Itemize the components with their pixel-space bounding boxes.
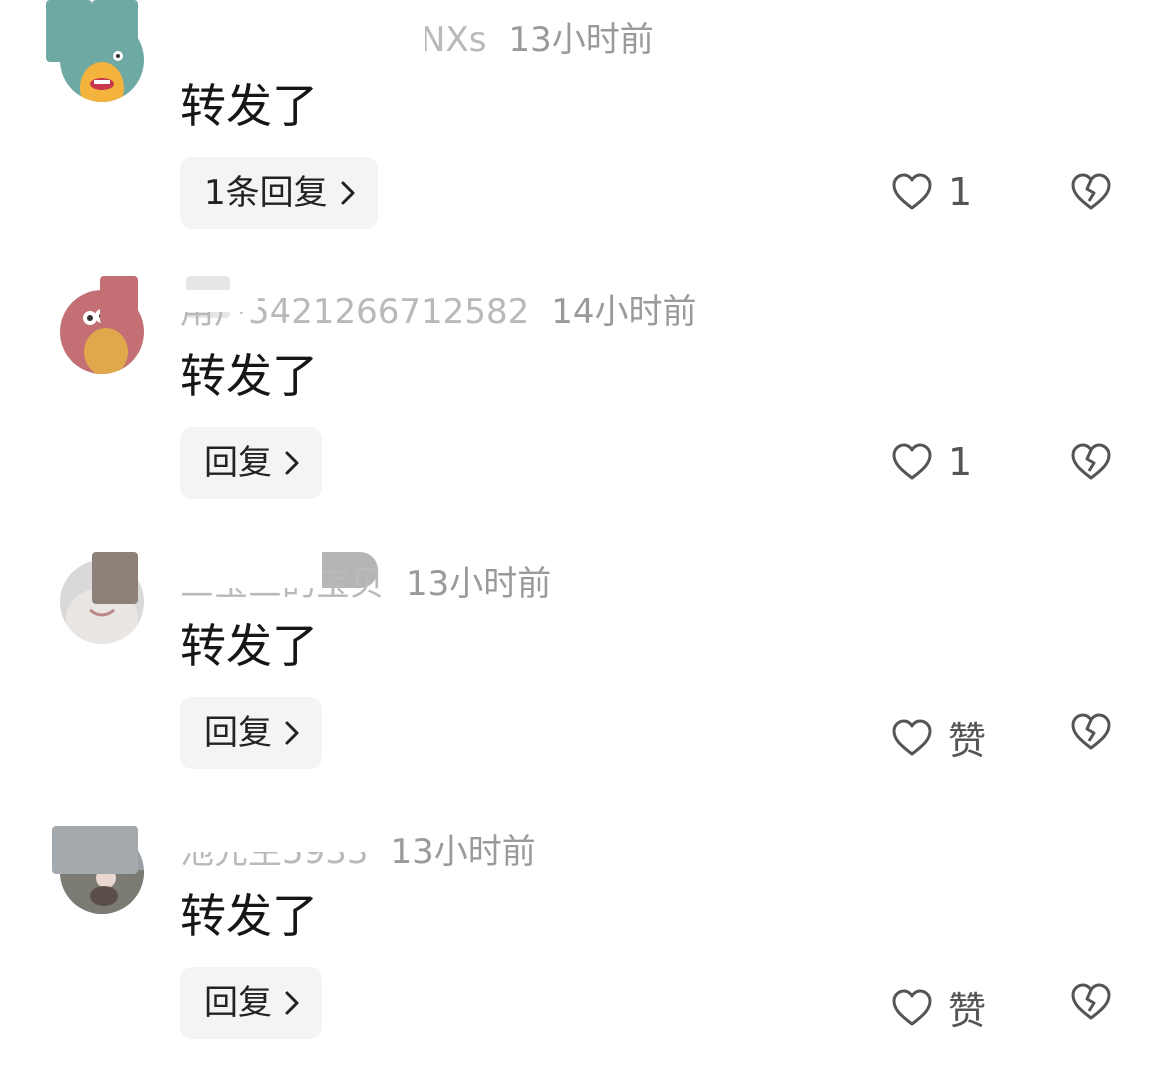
like-label: 赞 <box>948 719 987 763</box>
chevron-right-icon <box>285 991 299 1015</box>
comment-item: 用户5421266712582 14小时前 转发了 回复 1 <box>0 270 1170 540</box>
like-button[interactable]: 赞 <box>890 980 986 1035</box>
like-button[interactable]: 1 <box>890 170 972 214</box>
heart-outline-icon <box>892 173 932 210</box>
username[interactable]: NXs <box>420 20 486 60</box>
reply-label: 1条回复 <box>204 173 328 213</box>
username-mask <box>180 560 322 588</box>
like-count: 1 <box>948 440 973 484</box>
broken-heart-outline-icon[interactable] <box>1069 170 1113 214</box>
reply-label: 回复 <box>204 713 272 753</box>
broken-heart-outline-icon[interactable] <box>1069 440 1113 484</box>
timestamp: 13小时前 <box>406 564 552 604</box>
username-mask <box>180 290 258 312</box>
chevron-right-icon <box>341 181 355 205</box>
like-label: 赞 <box>948 989 987 1033</box>
heart-outline-icon <box>892 719 932 755</box>
reply-button[interactable]: 回复 <box>180 697 322 769</box>
chevron-right-icon <box>285 721 299 745</box>
timestamp: 14小时前 <box>551 292 697 332</box>
comment-item: 池先生5933 13小时前 转发了 回复 赞 <box>0 810 1170 1080</box>
comment-text: 转发了 <box>180 619 318 673</box>
comment-meta: NXs 13小时前 <box>420 18 654 62</box>
reply-button[interactable]: 回复 <box>180 427 322 499</box>
timestamp: 13小时前 <box>508 20 654 60</box>
broken-heart-outline-icon[interactable] <box>1069 710 1113 754</box>
redaction-block <box>100 276 138 324</box>
like-button[interactable]: 赞 <box>890 710 986 765</box>
username-mask <box>395 18 425 66</box>
heart-outline-icon <box>892 443 932 480</box>
comment-item: NXs 13小时前 转发了 1条回复 1 <box>0 0 1170 270</box>
reply-label: 回复 <box>204 443 272 483</box>
reply-button[interactable]: 1条回复 <box>180 157 378 229</box>
redaction-block <box>92 552 138 604</box>
comment-text: 转发了 <box>180 889 318 943</box>
timestamp: 13小时前 <box>390 832 536 872</box>
username-mask <box>180 828 368 852</box>
redaction-block <box>46 0 92 62</box>
comment-text: 转发了 <box>180 79 318 133</box>
like-count: 1 <box>948 170 973 214</box>
heart-outline-icon <box>892 989 932 1025</box>
chevron-right-icon <box>285 451 299 475</box>
comment-text: 转发了 <box>180 349 318 403</box>
comment-item: 三宝三的宝贝13小时前 转发了 回复 赞 <box>0 540 1170 810</box>
redaction-block <box>92 0 138 48</box>
broken-heart-outline-icon[interactable] <box>1069 980 1113 1024</box>
reply-label: 回复 <box>204 983 272 1023</box>
redaction-block <box>52 826 138 874</box>
reply-button[interactable]: 回复 <box>180 967 322 1039</box>
like-button[interactable]: 1 <box>890 440 972 484</box>
